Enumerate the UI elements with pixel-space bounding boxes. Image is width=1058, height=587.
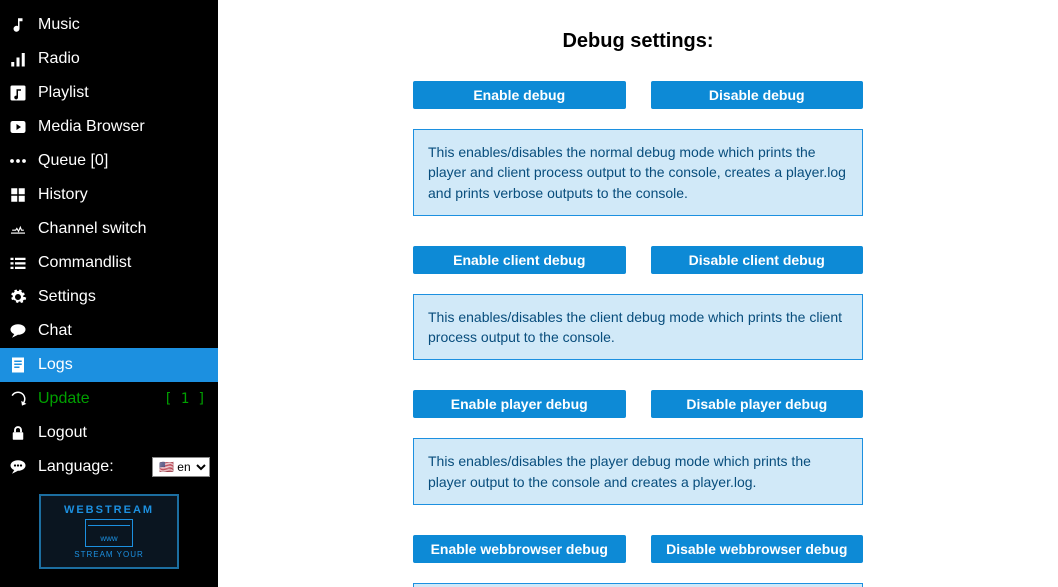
sidebar-item-radio[interactable]: Radio (0, 42, 218, 76)
sidebar-item-logs[interactable]: Logs (0, 348, 218, 382)
sidebar-item-music[interactable]: Music (0, 8, 218, 42)
sidebar: Music Radio Playlist Media Browser Queue… (0, 0, 218, 587)
sidebar-item-label: Chat (38, 322, 210, 340)
webstream-window-icon: www (85, 519, 133, 547)
history-icon (8, 185, 28, 205)
sidebar-item-label: Logs (38, 356, 210, 374)
sidebar-item-label: Commandlist (38, 254, 210, 272)
gear-icon (8, 287, 28, 307)
media-browser-icon (8, 117, 28, 137)
sidebar-item-label: Update (38, 390, 154, 408)
sidebar-item-label: Media Browser (38, 118, 210, 136)
enable-client-debug-button[interactable]: Enable client debug (413, 246, 626, 274)
sidebar-item-label: Music (38, 16, 210, 34)
sidebar-item-channel-switch[interactable]: Channel switch (0, 212, 218, 246)
radio-icon (8, 49, 28, 69)
channel-switch-icon (8, 219, 28, 239)
disable-debug-button[interactable]: Disable debug (651, 81, 864, 109)
music-icon (8, 15, 28, 35)
webstream-banner[interactable]: WEBSTREAM www STREAM YOUR (39, 494, 179, 569)
disable-webbrowser-debug-button[interactable]: Disable webbrowser debug (651, 535, 864, 563)
sidebar-item-label: Settings (38, 288, 210, 306)
chat-icon (8, 321, 28, 341)
client-debug-section: Enable client debug Disable client debug… (413, 246, 863, 361)
language-label: Language: (38, 458, 114, 476)
language-row: Language: 🇺🇸 en (0, 450, 218, 484)
sidebar-item-logout[interactable]: Logout (0, 416, 218, 450)
webbrowser-debug-section: Enable webbrowser debug Disable webbrows… (413, 535, 863, 587)
language-icon (8, 457, 28, 477)
queue-icon (8, 151, 28, 171)
main-content: Debug settings: Enable debug Disable deb… (218, 0, 1058, 587)
debug-description: This enables/disables the normal debug m… (413, 129, 863, 216)
enable-debug-button[interactable]: Enable debug (413, 81, 626, 109)
sidebar-item-label: Radio (38, 50, 210, 68)
lock-icon (8, 423, 28, 443)
enable-player-debug-button[interactable]: Enable player debug (413, 390, 626, 418)
sidebar-item-label: Logout (38, 424, 210, 442)
sidebar-item-settings[interactable]: Settings (0, 280, 218, 314)
sidebar-item-history[interactable]: History (0, 178, 218, 212)
enable-webbrowser-debug-button[interactable]: Enable webbrowser debug (413, 535, 626, 563)
language-select[interactable]: 🇺🇸 en (152, 457, 210, 477)
sidebar-item-commandlist[interactable]: Commandlist (0, 246, 218, 280)
sidebar-item-media-browser[interactable]: Media Browser (0, 110, 218, 144)
sidebar-item-label: Channel switch (38, 220, 210, 238)
page-title: Debug settings: (218, 30, 1058, 53)
disable-player-debug-button[interactable]: Disable player debug (651, 390, 864, 418)
sidebar-item-queue[interactable]: Queue [0] (0, 144, 218, 178)
player-debug-description: This enables/disables the player debug m… (413, 438, 863, 505)
sidebar-item-label: History (38, 186, 210, 204)
webstream-tag: STREAM YOUR (74, 550, 144, 559)
commandlist-icon (8, 253, 28, 273)
debug-section: Enable debug Disable debug This enables/… (413, 81, 863, 216)
update-icon (8, 389, 28, 409)
disable-client-debug-button[interactable]: Disable client debug (651, 246, 864, 274)
sidebar-item-update[interactable]: Update [ 1 ] (0, 382, 218, 416)
update-badge: [ 1 ] (164, 391, 206, 407)
sidebar-item-label: Playlist (38, 84, 210, 102)
playlist-icon (8, 83, 28, 103)
webbrowser-debug-description: This enables/disables the browser debug … (413, 583, 863, 587)
webstream-title: WEBSTREAM (64, 504, 154, 516)
sidebar-item-chat[interactable]: Chat (0, 314, 218, 348)
client-debug-description: This enables/disables the client debug m… (413, 294, 863, 361)
logs-icon (8, 355, 28, 375)
sidebar-item-playlist[interactable]: Playlist (0, 76, 218, 110)
sidebar-item-label: Queue [0] (38, 152, 210, 170)
player-debug-section: Enable player debug Disable player debug… (413, 390, 863, 505)
